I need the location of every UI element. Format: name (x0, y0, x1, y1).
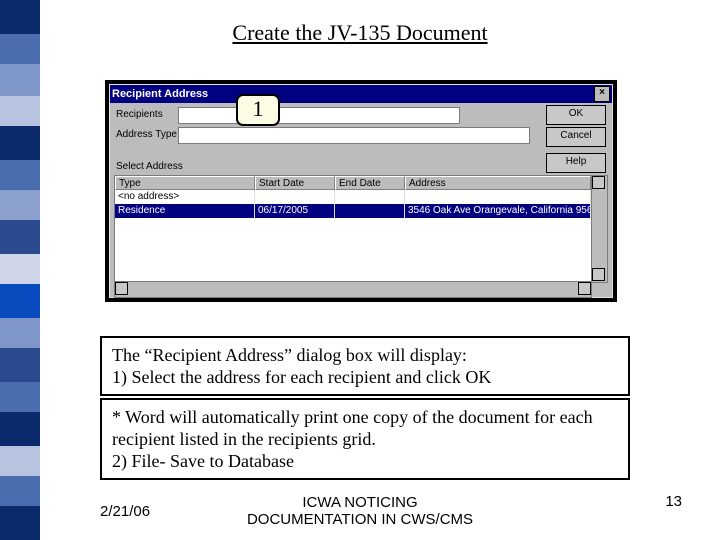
recipients-field[interactable] (178, 107, 460, 124)
scroll-left-icon[interactable] (115, 282, 128, 295)
scroll-down-icon[interactable] (592, 268, 605, 281)
address-type-field[interactable] (178, 127, 530, 144)
decorative-color-bar (0, 0, 40, 540)
scroll-up-icon[interactable] (592, 176, 605, 189)
instruction-box-2: * Word will automatically print one copy… (100, 398, 630, 480)
address-grid[interactable]: Type Start Date End Date Address <no add… (114, 175, 592, 283)
instruction-box-1: The “Recipient Address” dialog box will … (100, 336, 630, 396)
scroll-right-icon[interactable] (578, 282, 591, 295)
address-type-label: Address Type (116, 129, 177, 140)
recipients-label: Recipients (116, 109, 163, 120)
table-row[interactable]: Residence 06/17/2005 3546 Oak Ave Orange… (115, 204, 591, 218)
callout-1: 1 (236, 94, 280, 126)
horizontal-scrollbar[interactable] (114, 281, 592, 298)
select-address-label: Select Address (116, 161, 183, 172)
cancel-button[interactable]: Cancel (546, 127, 606, 147)
table-row[interactable]: <no address> (115, 190, 591, 204)
col-type: Type (115, 176, 255, 190)
vertical-scrollbar[interactable] (591, 175, 608, 283)
footer-page-number: 13 (665, 493, 682, 510)
page-title: Create the JV-135 Document (0, 20, 720, 46)
recipient-address-dialog: Recipient Address × Recipients Address T… (105, 80, 617, 302)
help-button[interactable]: Help (546, 153, 606, 173)
ok-button[interactable]: OK (546, 105, 606, 125)
dialog-titlebar: Recipient Address × (110, 85, 612, 103)
close-icon[interactable]: × (594, 86, 610, 102)
col-end-date: End Date (335, 176, 405, 190)
col-start-date: Start Date (255, 176, 335, 190)
grid-header: Type Start Date End Date Address (115, 176, 591, 190)
footer-title: ICWA NOTICING DOCUMENTATION IN CWS/CMS (0, 494, 720, 528)
dialog-title: Recipient Address (112, 88, 208, 100)
col-address: Address (405, 176, 591, 190)
